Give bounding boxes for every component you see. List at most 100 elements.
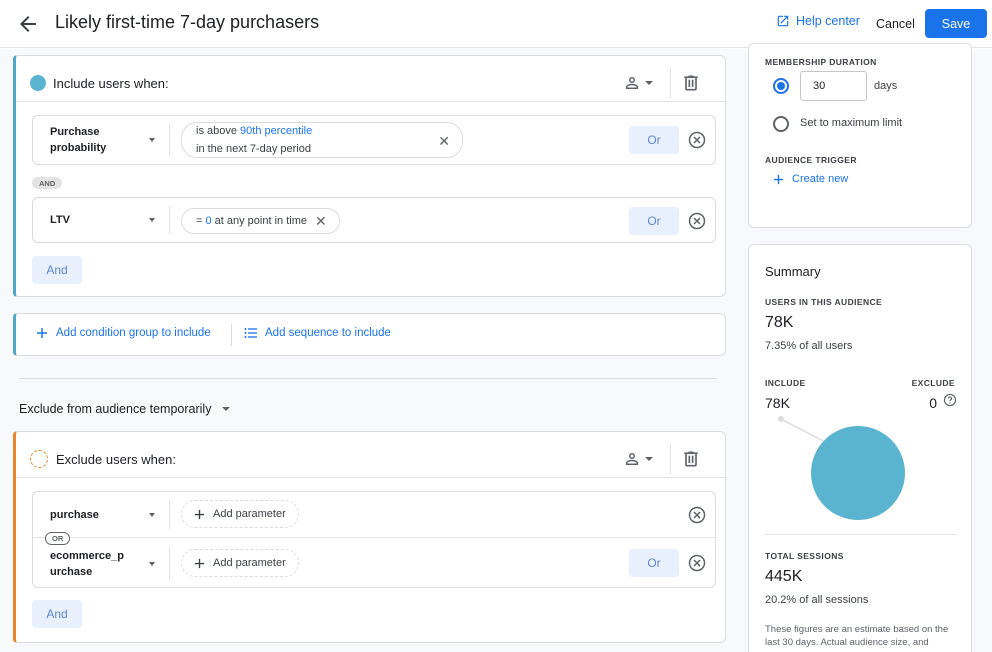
- include-indicator-icon: [30, 75, 46, 91]
- and-button[interactable]: And: [32, 600, 82, 628]
- header-divider: [670, 68, 671, 98]
- add-actions-bar: Add condition group to include Add seque…: [13, 313, 726, 356]
- duration-days-input[interactable]: 30: [800, 71, 867, 101]
- exclude-condition-group: Exclude users when: purchase Add paramet…: [13, 431, 726, 643]
- plus-icon: [194, 558, 205, 568]
- condition-scope-dropdown[interactable]: [623, 73, 659, 93]
- add-condition-group-button[interactable]: Add condition group to include: [36, 327, 211, 339]
- dimension-dropdown[interactable]: LTV: [33, 198, 169, 242]
- days-unit-label: days: [874, 80, 898, 92]
- plus-icon: [37, 328, 47, 338]
- back-arrow-icon[interactable]: [16, 12, 40, 36]
- max-limit-radio[interactable]: [773, 116, 789, 132]
- sessions-caption: TOTAL SESSIONS: [765, 551, 844, 561]
- summary-card: Summary USERS IN THIS AUDIENCE 78K 7.35%…: [748, 244, 972, 652]
- divider: [231, 324, 232, 346]
- audience-venn-chart: [778, 416, 905, 520]
- remove-condition-icon[interactable]: [688, 554, 706, 572]
- chip-detail: at any point in time: [211, 215, 307, 227]
- delete-group-icon[interactable]: [681, 73, 701, 93]
- remove-condition-icon[interactable]: [688, 212, 706, 230]
- event-dropdown[interactable]: purchase: [33, 492, 169, 537]
- event-label: urchase: [50, 565, 93, 578]
- condition-row: purchase Add parameter: [33, 492, 715, 538]
- delete-group-icon[interactable]: [681, 449, 701, 469]
- or-button[interactable]: Or: [629, 549, 679, 577]
- users-percent: 7.35% of all users: [765, 340, 853, 352]
- duration-days-radio[interactable]: [773, 78, 789, 94]
- exclude-count: 0: [929, 395, 937, 411]
- summary-title: Summary: [765, 264, 821, 279]
- include-pointer-dot: [778, 416, 784, 422]
- event-label: purchase: [50, 508, 99, 521]
- exclude-section-title: Exclude from audience temporarily: [19, 402, 212, 416]
- condition-row: ecommerce_p urchase Add parameter Or: [33, 539, 715, 588]
- and-connector-badge: AND: [32, 177, 63, 189]
- open-in-new-icon: [777, 15, 789, 27]
- and-button[interactable]: And: [32, 256, 82, 284]
- dimension-label: Purchase: [50, 126, 100, 138]
- dimension-dropdown[interactable]: Purchase probability: [33, 116, 169, 164]
- clear-chip-icon[interactable]: ✕: [315, 213, 327, 230]
- audience-builder: Include users when: Purchase probability: [0, 49, 738, 652]
- remove-condition-icon[interactable]: [688, 131, 706, 149]
- divider: [169, 547, 170, 580]
- condition-block: purchase Add parameter OR ecommerce_p ur…: [32, 491, 716, 588]
- divider: [169, 500, 170, 529]
- person-icon: [626, 453, 638, 465]
- divider: [765, 534, 957, 535]
- page-title: Likely first-time 7-day purchasers: [55, 12, 320, 32]
- estimate-note: These figures are an estimate based on t…: [765, 624, 949, 648]
- condition-chip[interactable]: is above 90th percentile in the next 7-d…: [181, 122, 463, 158]
- caret-down-icon: [149, 218, 155, 222]
- person-icon: [626, 77, 638, 89]
- save-button[interactable]: Save: [925, 9, 987, 38]
- help-center-link[interactable]: Help center: [776, 14, 860, 28]
- condition-chip[interactable]: = 0 at any point in time ✕: [181, 208, 340, 234]
- membership-duration-caption: MEMBERSHIP DURATION: [765, 57, 877, 67]
- include-condition-group: Include users when: Purchase probability: [13, 55, 726, 297]
- add-parameter-button[interactable]: Add parameter: [181, 500, 299, 528]
- or-button[interactable]: Or: [629, 126, 679, 154]
- create-new-label: Create new: [792, 173, 849, 185]
- or-button[interactable]: Or: [629, 207, 679, 235]
- users-caption: USERS IN THIS AUDIENCE: [765, 297, 883, 307]
- include-pointer-line: [780, 418, 828, 444]
- divider: [169, 206, 170, 234]
- exclude-type-dropdown[interactable]: Exclude from audience temporarily: [19, 402, 231, 416]
- exclude-indicator-icon: [30, 450, 48, 468]
- add-parameter-label: Add parameter: [213, 508, 286, 520]
- exclude-group-title: Exclude users when:: [56, 452, 176, 467]
- clear-chip-icon[interactable]: ✕: [438, 132, 450, 150]
- caret-down-icon: [149, 138, 155, 142]
- sequence-list-icon: [244, 328, 257, 338]
- audience-trigger-caption: AUDIENCE TRIGGER: [765, 155, 857, 165]
- exclude-group-header: Exclude users when:: [16, 432, 725, 478]
- caret-down-icon: [645, 457, 653, 461]
- add-parameter-label: Add parameter: [213, 557, 286, 569]
- max-limit-label: Set to maximum limit: [800, 117, 903, 129]
- add-parameter-button[interactable]: Add parameter: [181, 549, 299, 577]
- plus-icon: [194, 509, 205, 519]
- condition-row: LTV = 0 at any point in time ✕ Or: [32, 197, 716, 243]
- caret-down-icon: [149, 512, 155, 517]
- plus-icon: [773, 174, 784, 184]
- chip-operator: is above: [196, 125, 241, 137]
- chip-value: 90th percentile: [240, 125, 313, 137]
- add-sequence-button[interactable]: Add sequence to include: [244, 327, 391, 339]
- sessions-count: 445K: [765, 568, 803, 585]
- include-count: 78K: [765, 395, 790, 411]
- condition-scope-dropdown[interactable]: [623, 449, 659, 469]
- event-dropdown[interactable]: ecommerce_p urchase: [33, 539, 169, 588]
- caret-down-icon: [645, 81, 653, 85]
- cancel-button[interactable]: Cancel: [870, 10, 921, 38]
- include-caption: INCLUDE: [765, 378, 806, 388]
- help-circle-icon[interactable]: [943, 393, 957, 407]
- users-count: 78K: [765, 314, 794, 331]
- add-sequence-label: Add sequence to include: [265, 327, 391, 339]
- chip-detail: in the next 7-day period: [196, 143, 311, 155]
- remove-condition-icon[interactable]: [688, 506, 706, 524]
- caret-down-icon: [149, 561, 155, 566]
- help-center-label: Help center: [796, 14, 860, 28]
- create-trigger-button[interactable]: Create new: [773, 173, 848, 185]
